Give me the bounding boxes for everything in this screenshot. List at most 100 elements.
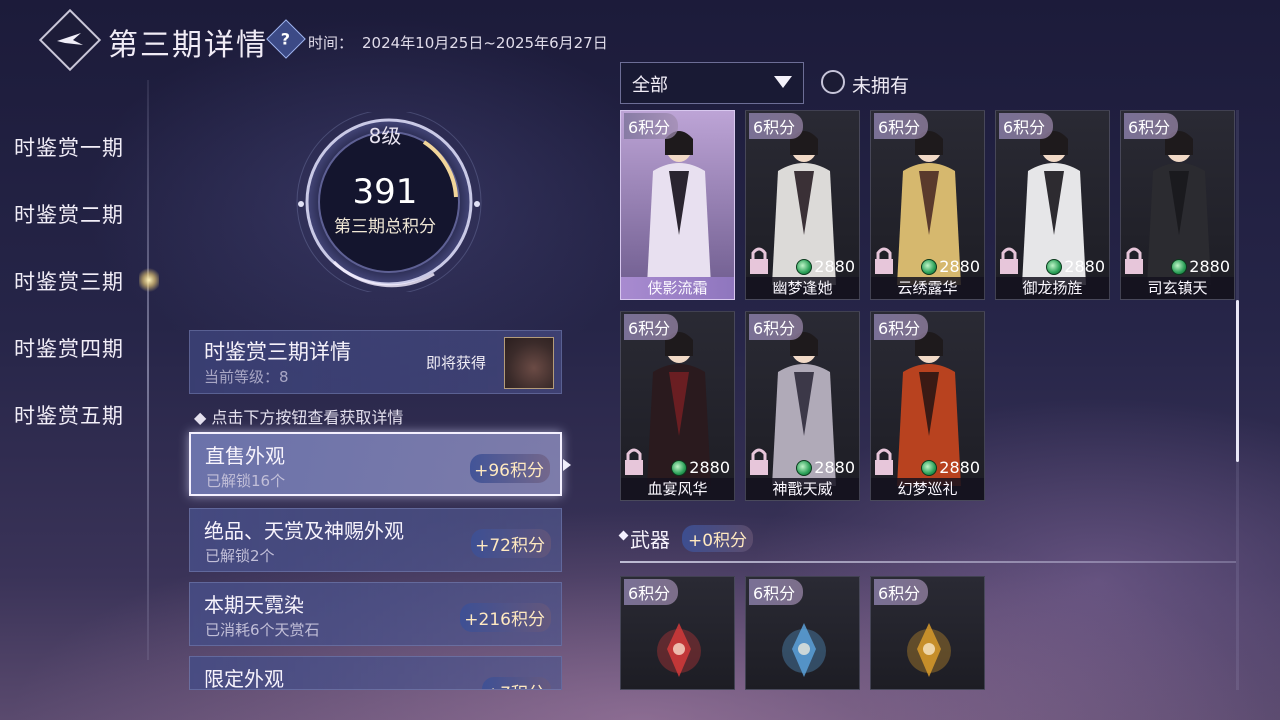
weapons-section-points: +0积分: [682, 525, 754, 552]
category-points: +96积分: [470, 454, 550, 483]
price-tag: 2880: [796, 458, 855, 477]
price-tag: 2880: [671, 458, 730, 477]
lock-icon: [875, 448, 893, 475]
points-badge: 6积分: [749, 579, 804, 605]
lock-icon: [750, 247, 768, 274]
nav-item-period-2[interactable]: 时鉴赏二期: [14, 199, 124, 229]
nav-item-period-1[interactable]: 时鉴赏一期: [14, 132, 124, 162]
active-category-arrow-icon: [563, 459, 571, 471]
currency-coin-icon: [921, 459, 938, 476]
price-tag: 2880: [921, 257, 980, 276]
upcoming-reward-thumbnail[interactable]: [504, 337, 554, 389]
outfit-name: 司玄镇天: [1121, 277, 1234, 299]
category-points: +7积分: [481, 677, 551, 689]
nav-active-indicator: [139, 266, 159, 294]
category-subtitle: 已消耗6个天赏石: [205, 621, 320, 639]
total-score: 391: [352, 172, 418, 212]
page-title: 第三期详情: [108, 28, 268, 63]
lock-icon: [1125, 247, 1143, 274]
currency-coin-icon: [921, 258, 938, 275]
section-diamond-icon: [618, 530, 629, 541]
points-badge: 6积分: [624, 579, 679, 605]
outfit-name: 神戬天威: [746, 478, 859, 500]
weapon-item-icon: [657, 623, 701, 677]
points-badge: 6积分: [874, 579, 929, 605]
outfit-card[interactable]: 6积分 2880 血宴风华: [620, 311, 735, 501]
price-tag: 2880: [1046, 257, 1105, 276]
price-value: 2880: [1189, 257, 1230, 276]
weapons-section-title: 武器: [630, 528, 670, 552]
category-title: 本期天霓染: [204, 593, 304, 617]
back-arrow-icon: [57, 33, 83, 45]
time-label: 时间：: [308, 34, 354, 52]
weapon-card[interactable]: 6积分: [745, 576, 860, 690]
not-owned-label[interactable]: 未拥有: [852, 71, 909, 98]
outfit-name: 血宴风华: [621, 478, 734, 500]
price-tag: 2880: [921, 458, 980, 477]
outfit-name: 幽梦逢她: [746, 277, 859, 299]
outfit-card[interactable]: 6积分 2880 神戬天威: [745, 311, 860, 501]
price-value: 2880: [814, 458, 855, 477]
price-value: 2880: [814, 257, 855, 276]
weapon-item-icon: [782, 623, 826, 677]
category-title: 直售外观: [205, 444, 285, 468]
points-badge: 6积分: [749, 113, 804, 139]
level-label: 8级: [368, 124, 402, 148]
price-value: 2880: [939, 458, 980, 477]
category-title: 绝品、天赏及神赐外观: [204, 519, 404, 543]
character-figure: [647, 131, 711, 285]
outfit-card[interactable]: 6积分侠影流霜: [620, 110, 735, 300]
outfit-card[interactable]: 6积分 2880 幽梦逢她: [745, 110, 860, 300]
category-premium[interactable]: 绝品、天赏及神赐外观 已解锁2个 +72积分: [189, 508, 562, 572]
currency-coin-icon: [1171, 258, 1188, 275]
nav-item-period-4[interactable]: 时鉴赏四期: [14, 333, 124, 363]
price-tag: 2880: [1171, 257, 1230, 276]
points-badge: 6积分: [1124, 113, 1179, 139]
scrollbar-thumb[interactable]: [1236, 300, 1239, 462]
nav-item-period-5[interactable]: 时鉴赏五期: [14, 400, 124, 430]
outfit-name: 云绣露华: [871, 277, 984, 299]
category-subtitle: 已解锁2个: [205, 547, 275, 565]
not-owned-radio[interactable]: [821, 70, 845, 94]
price-value: 2880: [1064, 257, 1105, 276]
current-level: 当前等级：8: [204, 368, 289, 386]
lock-icon: [750, 448, 768, 475]
lock-icon: [1000, 247, 1018, 274]
category-direct-sale[interactable]: 直售外观 已解锁16个 +96积分: [189, 432, 562, 496]
hint-text: ◆ 点击下方按钮查看获取详情: [194, 408, 404, 427]
category-limited[interactable]: 限定外观 +7积分: [189, 656, 562, 690]
lock-icon: [875, 247, 893, 274]
weapon-item-icon: [907, 623, 951, 677]
help-icon[interactable]: ?: [266, 19, 306, 59]
section-divider: [620, 561, 1236, 563]
outfit-name: 侠影流霜: [621, 277, 734, 299]
back-button[interactable]: [38, 8, 102, 72]
weapon-card[interactable]: 6积分: [870, 576, 985, 690]
outfit-name: 幻梦巡礼: [871, 478, 984, 500]
filter-selected-value: 全部: [632, 75, 668, 96]
points-badge: 6积分: [874, 314, 929, 340]
points-badge: 6积分: [874, 113, 929, 139]
outfit-card[interactable]: 6积分 2880 司玄镇天: [1120, 110, 1235, 300]
category-subtitle: 已解锁16个: [206, 472, 286, 490]
currency-coin-icon: [796, 258, 813, 275]
outfit-card[interactable]: 6积分 2880 幻梦巡礼: [870, 311, 985, 501]
outfit-card[interactable]: 6积分 2880 御龙扬旌: [995, 110, 1110, 300]
detail-title: 时鉴赏三期详情: [204, 340, 351, 364]
dropdown-arrow-icon: [774, 76, 792, 88]
currency-coin-icon: [1046, 258, 1063, 275]
category-dye[interactable]: 本期天霓染 已消耗6个天赏石 +216积分: [189, 582, 562, 646]
category-points: +216积分: [460, 603, 551, 632]
points-badge: 6积分: [624, 113, 679, 139]
nav-item-period-3[interactable]: 时鉴赏三期: [14, 266, 124, 296]
category-title: 限定外观: [204, 667, 284, 690]
time-range: 2024年10月25日~2025年6月27日: [362, 34, 608, 52]
currency-coin-icon: [671, 459, 688, 476]
weapon-card[interactable]: 6积分: [620, 576, 735, 690]
lock-icon: [625, 448, 643, 475]
category-points: +72积分: [471, 529, 551, 558]
outfit-card[interactable]: 6积分 2880 云绣露华: [870, 110, 985, 300]
score-caption: 第三期总积分: [334, 217, 436, 237]
outfit-name: 御龙扬旌: [996, 277, 1109, 299]
price-value: 2880: [689, 458, 730, 477]
